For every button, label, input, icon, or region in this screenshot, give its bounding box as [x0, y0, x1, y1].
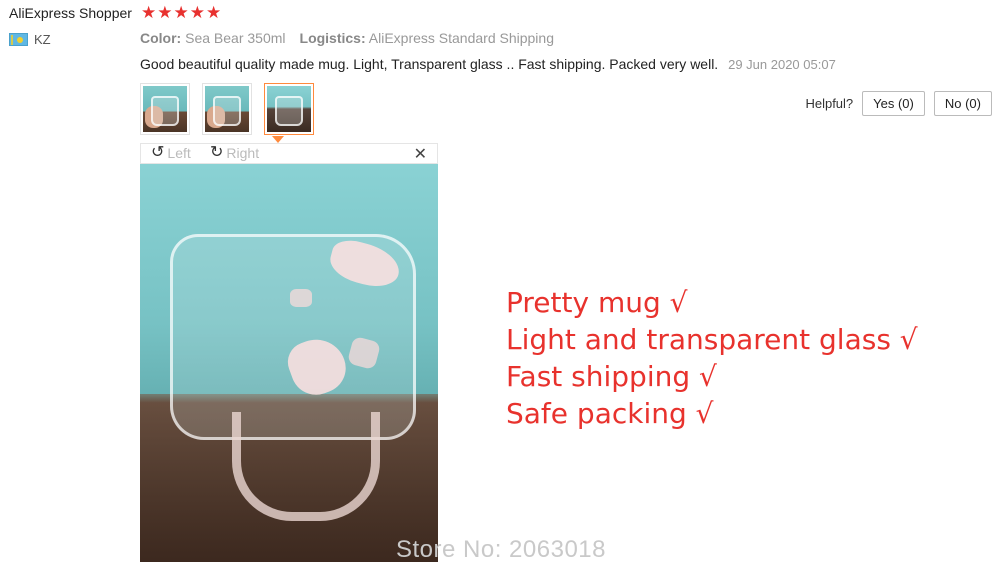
rotate-left-label: Left — [167, 145, 191, 161]
photo-thumbnail-selected[interactable] — [264, 83, 314, 135]
feature-checklist: Pretty mug √ Light and transparent glass… — [506, 284, 918, 432]
helpful-yes-button[interactable]: Yes (0) — [862, 91, 925, 116]
star-rating: ★ ★ ★ ★ ★ — [141, 3, 221, 23]
helpful-label: Helpful? — [805, 96, 854, 111]
helpful-no-button[interactable]: No (0) — [933, 91, 992, 116]
helpful-vote: Helpful? Yes (0) No (0) — [805, 91, 992, 116]
photo-thumbnail[interactable] — [202, 83, 252, 135]
star-icon: ★ — [141, 3, 157, 22]
checklist-item: Light and transparent glass √ — [506, 323, 918, 356]
checklist-item: Safe packing √ — [506, 397, 714, 430]
kazakhstan-flag-icon — [9, 33, 28, 46]
photo-thumbnails — [140, 83, 314, 135]
photo-viewer-toolbar: ↺ Left ↻ Right ✕ — [140, 143, 438, 164]
order-info: Color: Sea Bear 350ml Logistics: AliExpr… — [140, 30, 554, 46]
checklist-item: Pretty mug √ — [506, 286, 688, 319]
review-card: AliExpress Shopper ★ ★ ★ ★ ★ KZ Color: S… — [0, 0, 1000, 571]
country-code: KZ — [34, 32, 51, 47]
rotate-right-icon: ↻ — [210, 144, 224, 161]
store-watermark: Store No: 2063018 — [396, 536, 606, 563]
selected-thumb-pointer — [272, 136, 284, 143]
reviewer-country: KZ — [9, 32, 51, 47]
checklist-item: Fast shipping √ — [506, 360, 717, 393]
star-icon: ★ — [189, 3, 205, 22]
rotate-right-label: Right — [226, 145, 260, 161]
review-text: Good beautiful quality made mug. Light, … — [140, 56, 719, 72]
star-icon: ★ — [173, 3, 189, 22]
close-icon[interactable]: ✕ — [414, 144, 427, 164]
rotate-left-button[interactable]: ↺ Left — [151, 144, 191, 162]
color-value: Sea Bear 350ml — [185, 30, 286, 46]
logistics-value: AliExpress Standard Shipping — [368, 30, 554, 46]
logistics-label: Logistics: — [299, 30, 366, 46]
review-date: 29 Jun 2020 05:07 — [728, 57, 836, 72]
star-icon: ★ — [206, 3, 222, 22]
review-photo-large — [140, 164, 438, 562]
rotate-left-icon: ↺ — [151, 144, 165, 161]
reviewer-name: AliExpress Shopper — [9, 5, 132, 21]
star-icon: ★ — [157, 3, 173, 22]
review-body: Good beautiful quality made mug. Light, … — [140, 56, 836, 72]
rotate-right-button[interactable]: ↻ Right — [210, 144, 260, 162]
color-label: Color: — [140, 30, 182, 46]
photo-thumbnail[interactable] — [140, 83, 190, 135]
